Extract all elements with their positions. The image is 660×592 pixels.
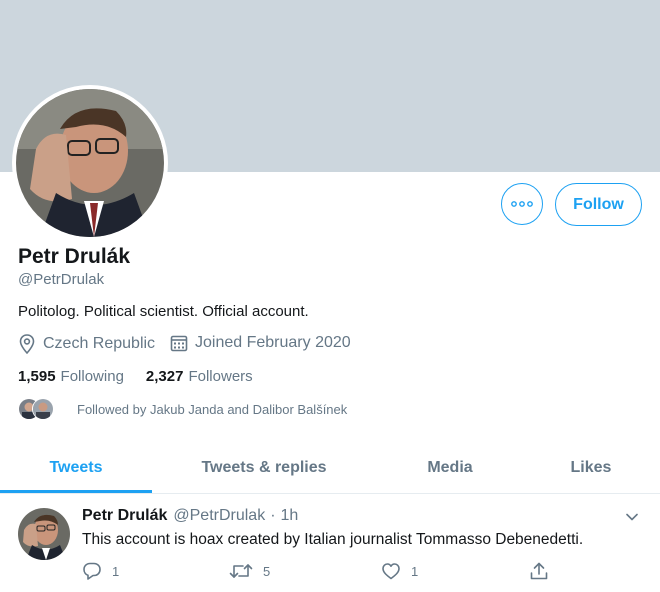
location-row: Czech Republic [18, 334, 155, 354]
follow-button[interactable]: Follow [555, 183, 642, 226]
tweet-author-handle[interactable]: @PetrDrulak [173, 507, 265, 525]
retweet-count: 5 [263, 563, 271, 579]
followers-label: Followers [188, 368, 253, 385]
share-button[interactable] [529, 561, 559, 581]
share-icon [530, 562, 548, 580]
joined-text: Joined February 2020 [195, 334, 351, 351]
tweet-timestamp[interactable]: 1h [281, 507, 299, 525]
profile-name: Petr Drulák [18, 245, 131, 268]
tab-tweets[interactable]: Tweets [0, 442, 152, 494]
retweet-button[interactable]: 5 [229, 561, 270, 581]
followers-count: 2,327 [145, 368, 184, 385]
follower-avatar [32, 398, 54, 420]
follow-counts: 1,595 Following 2,327 Followers [18, 368, 275, 385]
tab-media[interactable]: Media [400, 442, 500, 494]
location-text: Czech Republic [43, 335, 156, 352]
heart-icon [382, 563, 400, 580]
calendar-icon [170, 335, 188, 352]
active-tab-indicator [0, 490, 152, 493]
tweet-menu-button[interactable] [624, 509, 640, 530]
followed-by-text: Followed by Jakub Janda and Dalibor Balš… [77, 401, 348, 417]
more-dots-icon [511, 201, 533, 207]
reply-count: 1 [112, 563, 120, 579]
like-count: 1 [411, 563, 419, 579]
like-button[interactable]: 1 [381, 561, 418, 581]
chevron-down-icon [626, 513, 638, 521]
tab-tweets-replies[interactable]: Tweets & replies [182, 442, 346, 494]
profile-bio: Politolog. Political scientist. Official… [18, 303, 309, 320]
following-count-link[interactable]: 1,595 Following [18, 368, 124, 385]
reply-button[interactable]: 1 [82, 561, 119, 581]
followed-by-row[interactable]: Followed by Jakub Janda and Dalibor Balš… [18, 398, 347, 420]
tweet-text: This account is hoax created by Italian … [82, 531, 584, 548]
profile-handle: @PetrDrulak [18, 271, 105, 288]
tweet-author-name[interactable]: Petr Drulák [82, 507, 167, 525]
more-options-button[interactable] [501, 183, 543, 225]
following-count: 1,595 [18, 368, 56, 385]
tweet-header: Petr Drulák @PetrDrulak · 1h [82, 507, 298, 525]
tab-likes[interactable]: Likes [546, 442, 636, 494]
location-pin-icon [19, 334, 35, 354]
profile-avatar[interactable] [16, 89, 164, 237]
followers-count-link[interactable]: 2,327 Followers [146, 368, 253, 385]
tweet-avatar[interactable] [18, 508, 70, 560]
reply-icon [83, 562, 101, 580]
tweet-separator: · [270, 507, 276, 524]
retweet-icon [229, 564, 253, 578]
following-label: Following [60, 368, 124, 385]
profile-tabs: Tweets Tweets & replies Media Likes [0, 442, 660, 494]
joined-row: Joined February 2020 [170, 334, 351, 352]
